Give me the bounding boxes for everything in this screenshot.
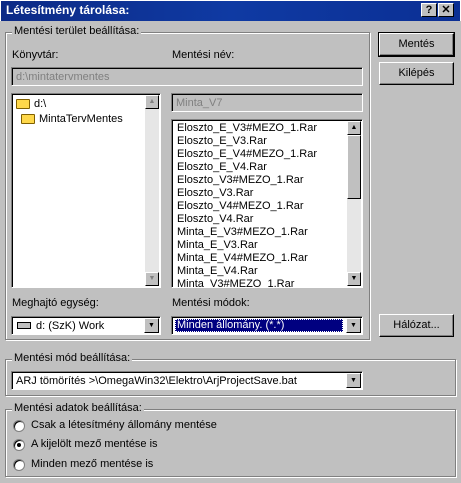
save-mode-legend: Mentési mód beállítása: (12, 352, 133, 364)
file-list-item[interactable]: Eloszto_V3#MEZO_1.Rar (173, 174, 347, 187)
radio-all-fields[interactable] (13, 459, 25, 471)
close-button[interactable]: ✕ (438, 3, 454, 17)
folder-item-root[interactable]: d:\ (16, 98, 46, 111)
open-folder-icon (21, 114, 35, 125)
file-list-item[interactable]: Eloszto_E_V3#MEZO_1.Rar (173, 122, 347, 135)
file-list-item[interactable]: Eloszto_E_V3.Rar (173, 135, 347, 148)
exit-button[interactable]: Kilépés (379, 62, 454, 85)
file-list-item[interactable]: Eloszto_V4.Rar (173, 213, 347, 226)
dropdown-arrow-icon[interactable]: ▼ (346, 318, 361, 333)
file-list-item[interactable]: Minta_V3#MEZO_1.Rar (173, 278, 347, 287)
drive-label: Meghajtó egység: (12, 297, 99, 309)
scroll-up-arrow-icon[interactable]: ▲ (347, 121, 361, 135)
drive-icon (17, 322, 31, 329)
directory-field: d:\mintatervmentes (11, 67, 363, 86)
radio-label-all-fields[interactable]: Minden mező mentése is (31, 458, 153, 470)
folder-list[interactable]: d:\ MintaTervMentes ▲ ▼ (11, 93, 161, 288)
scroll-up-arrow-icon[interactable]: ▲ (145, 95, 159, 109)
file-list-item[interactable]: Minta_E_V4.Rar (173, 265, 347, 278)
file-list-scrollbar[interactable]: ▲ ▼ (347, 121, 361, 286)
file-list-item[interactable]: Eloszto_E_V4#MEZO_1.Rar (173, 148, 347, 161)
radio-label-selected-field[interactable]: A kijelölt mező mentése is (31, 438, 158, 450)
save-modes-label: Mentési módok: (172, 297, 250, 309)
save-modes-value: Minden állomány. (*.*) (175, 319, 343, 332)
radio-selected-dot (17, 443, 21, 447)
file-list-item[interactable]: Eloszto_V4#MEZO_1.Rar (173, 200, 347, 213)
save-data-legend: Mentési adatok beállítása: (12, 402, 144, 414)
scroll-down-arrow-icon[interactable]: ▼ (347, 272, 361, 286)
radio-selected-field[interactable] (13, 439, 25, 451)
dropdown-arrow-icon[interactable]: ▼ (346, 373, 361, 388)
file-list-item[interactable]: Minta_E_V4#MEZO_1.Rar (173, 252, 347, 265)
radio-label-facility-only[interactable]: Csak a létesítmény állomány mentése (31, 419, 217, 431)
save-modes-combo[interactable]: Minden állomány. (*.*) ▼ (171, 316, 363, 335)
save-button[interactable]: Mentés (378, 32, 455, 57)
file-list-item[interactable]: Eloszto_V3.Rar (173, 187, 347, 200)
save-name-field[interactable]: Minta_V7 (171, 93, 363, 112)
file-list-item[interactable]: Eloszto_E_V4.Rar (173, 161, 347, 174)
folder-label-root: d:\ (34, 98, 47, 110)
directory-label: Könyvtár: (12, 49, 59, 61)
help-button[interactable]: ? (421, 3, 437, 17)
file-list[interactable]: Eloszto_E_V3#MEZO_1.Rar Eloszto_E_V3.Rar E… (171, 119, 363, 288)
storage-area-legend: Mentési terület beállítása: (12, 25, 142, 37)
scroll-down-arrow-icon[interactable]: ▼ (145, 272, 159, 286)
window-title: Létesítmény tárolása: (6, 3, 130, 17)
folder-item-mintatervmentes[interactable]: MintaTervMentes (21, 113, 123, 126)
save-mode-combo[interactable]: ARJ tömörítés >\OmegaWin32\Elektro\ArjPr… (11, 371, 363, 390)
file-list-item[interactable]: Minta_E_V3#MEZO_1.Rar (173, 226, 347, 239)
folder-label-mintatervmentes: MintaTervMentes (39, 113, 123, 125)
file-list-items: Eloszto_E_V3#MEZO_1.Rar Eloszto_E_V3.Rar E… (173, 122, 347, 287)
dropdown-arrow-icon[interactable]: ▼ (144, 318, 159, 333)
radio-facility-only[interactable] (13, 420, 25, 432)
drive-combo[interactable]: d: (SzK) Work ▼ (11, 316, 161, 335)
network-button[interactable]: Hálózat... (379, 314, 454, 337)
drive-value: d: (SzK) Work (36, 320, 105, 332)
save-name-label: Mentési név: (172, 49, 235, 61)
folder-list-scrollbar[interactable]: ▲ ▼ (145, 95, 159, 286)
save-mode-value: ARJ tömörítés >\OmegaWin32\Elektro\ArjPr… (16, 375, 297, 387)
open-folder-icon (16, 99, 30, 110)
file-list-item[interactable]: Minta_E_V3.Rar (173, 239, 347, 252)
scroll-thumb[interactable] (347, 135, 361, 199)
